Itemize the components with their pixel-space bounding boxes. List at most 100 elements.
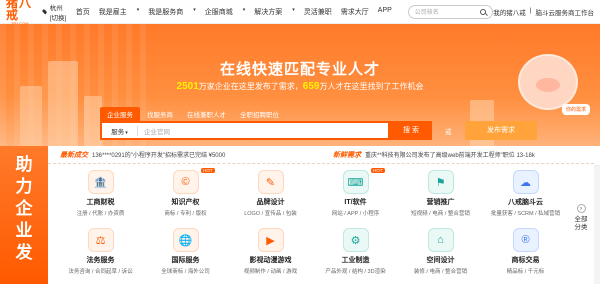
latest-deal-text: 136****0291的"小程序开发"招标需求已完结 ¥5000 [92, 153, 226, 159]
service-category-item[interactable]: ☁ 八戒脑斗云 批量获客 / SCRM / 私域营销 [483, 170, 568, 226]
main-search-box: 服务▾ 企业官网 [100, 121, 390, 140]
service-category-item[interactable]: ⚙ 工业制造产品外观 / 结构 / 3D渲染 [313, 228, 398, 284]
post-demand-button[interactable]: 发布需求 [465, 121, 537, 140]
service-category-icon: ✎ [257, 170, 284, 194]
service-category-icon: ® [512, 228, 539, 252]
new-demand-ticker[interactable]: 新鲜需求 重庆**科技有限公司发布了高级web前端开发工程师"职位 13-18k [321, 150, 594, 160]
service-category-desc: 法务咨询 / 合同起草 / 诉讼 [68, 269, 133, 275]
search-tab[interactable]: 企业服务 [100, 107, 140, 121]
service-category-item[interactable]: 🌐 国际服务 全球商标 / 海外公司 [143, 228, 228, 284]
search-tab[interactable]: 找服务商 [140, 107, 180, 121]
mascot-tag: 你的需求 [561, 104, 590, 115]
top-navigation-bar: 猪八戒 ZBJ.COM 杭州[切换] 首页我是雇主 ▾ 我是服务商 ▾ 企服商城 ▾ 解决方… [0, 0, 600, 26]
service-category-item[interactable]: ✎ 品牌设计 LOGO / 宣传品 / 包装 [228, 170, 313, 226]
service-category-icon: 🌐 [172, 228, 199, 252]
nav-item[interactable]: 我是雇主 [99, 7, 127, 17]
search-tab[interactable]: 在线兼职人才 [180, 107, 233, 121]
service-category-icon: ⌨ [342, 170, 369, 194]
service-category-desc: 产品外观 / 结构 / 3D渲染 [325, 269, 386, 275]
chevron-down-icon: ▾ [193, 6, 196, 13]
top-search-input[interactable]: 公司核名 [407, 4, 494, 19]
hero-subtitle-text-1: 万家企业在这里发布了需求， [198, 82, 303, 91]
service-category-icon: ⚖ [87, 228, 114, 252]
hero-subtitle: 2501万家企业在这里发布了需求，659万人才在这里找到了工作机会 [0, 81, 600, 92]
nav-item[interactable]: 我是服务商 [148, 7, 183, 17]
service-category-desc: 视频制作 / 动画 / 游戏 [243, 269, 298, 275]
all-categories-link[interactable]: › 全部分类 [574, 204, 588, 232]
service-category-name: 商标交易 [511, 257, 540, 264]
nav-item[interactable]: 企服商城 [205, 7, 233, 17]
top-search-placeholder: 公司核名 [414, 10, 439, 16]
nav-item[interactable]: APP [378, 7, 392, 17]
service-category-item[interactable]: ⌨ HOT IT/软件 网站 / APP / 小程序 [313, 168, 398, 226]
service-category-item[interactable]: ▶ 影视动漫游戏 视频制作 / 动画 / 游戏 [228, 228, 313, 284]
talent-count: 659 [302, 81, 320, 92]
service-category-icon: ☁ [512, 170, 539, 194]
location-switcher[interactable]: 杭州[切换] [42, 2, 69, 22]
user-links: 我的猪八戒 | 脑斗云服务商工作台 [493, 7, 594, 17]
activity-ticker: 最新成交 136****0291的"小程序开发"招标需求已完结 ¥5000 新鲜… [48, 146, 594, 164]
service-category-item[interactable]: ⌂ 空间设计 装修 / 电商 / 整合营销 [398, 228, 483, 284]
service-category-item[interactable]: ⚑ 营销推广短视频 / 电商 / 整合营销 [398, 170, 483, 226]
all-categories-label: 全部分类 [574, 216, 588, 231]
nav-item[interactable]: 解决方案 [254, 7, 282, 17]
service-category-item[interactable]: 🏦 工商财税 注册 / 代账 / 办资质 [58, 170, 143, 226]
service-category-item[interactable]: ⚖ 法务服务法务咨询 / 合同起草 / 诉讼 [58, 228, 143, 284]
service-category-name: 工业制造 [341, 257, 370, 264]
side-banner-char: 发 [15, 243, 33, 262]
latest-deal-ticker[interactable]: 最新成交 136****0291的"小程序开发"招标需求已完结 ¥5000 [48, 150, 321, 160]
hot-badge: HOT [201, 168, 215, 173]
hero-title: 在线快速匹配专业人才 [219, 61, 380, 78]
search-tab[interactable]: 全职招聘职位 [233, 107, 286, 121]
side-banner-char: 企 [15, 199, 33, 218]
service-category-name: 营销推广 [426, 199, 455, 206]
chevron-right-icon: › [576, 204, 586, 213]
side-banner-char: 助 [15, 155, 33, 174]
chevron-down-icon: ▾ [136, 6, 140, 13]
service-category-icon: ▶ [257, 228, 284, 252]
main-search-input[interactable]: 企业官网 [138, 126, 388, 136]
my-account-link[interactable]: 我的猪八戒 [493, 7, 526, 17]
main-nav: 首页 我是雇主 ▾ 我是服务商 ▾ 企服商城 ▾ 解决方案 ▾ 灵活兼职 需求大厅 APP [76, 7, 392, 17]
or-label: 或 [445, 129, 452, 136]
company-count: 2501 [176, 81, 199, 92]
hot-badge: HOT [371, 168, 385, 173]
chevron-down-icon: ▾ [125, 129, 128, 136]
search-category-select[interactable]: 服务▾ [102, 125, 138, 136]
service-category-name: 工商财税 [86, 199, 115, 206]
search-icon[interactable] [480, 8, 487, 15]
service-category-name: 八戒脑斗云 [508, 199, 543, 206]
nav-item[interactable]: 灵活兼职 [304, 7, 332, 17]
building-decoration [20, 86, 42, 146]
latest-deal-label: 最新成交 [60, 151, 88, 159]
side-banner-char: 业 [15, 221, 33, 240]
service-category-desc: 装修 / 电商 / 整合营销 [413, 269, 468, 275]
service-category-desc: 短视频 / 电商 / 整合营销 [411, 211, 470, 217]
service-category-icon: ⚙ [342, 228, 369, 252]
site-logo[interactable]: 猪八戒 ZBJ.COM [6, 0, 33, 26]
service-category-item[interactable]: © HOT 知识产权 商标 / 专利 / 版权 [143, 168, 228, 226]
nav-item[interactable]: 需求大厅 [341, 7, 369, 17]
service-category-icon: ⌂ [427, 228, 454, 252]
side-promo-banner: 助力企业发 [0, 146, 48, 284]
hero-banner: 你的需求 在线快速匹配专业人才 2501万家企业在这里发布了需求，659万人才在… [0, 24, 600, 146]
location-label: 杭州[切换] [49, 4, 67, 22]
nav-item[interactable]: 首页 [76, 7, 90, 17]
logo-text: 猪八戒 [6, 0, 33, 22]
workbench-link[interactable]: 脑斗云服务商工作台 [536, 7, 595, 17]
service-category-name: 知识产权 [171, 199, 200, 206]
divider: | [529, 6, 532, 14]
chevron-down-icon: ▾ [242, 6, 246, 13]
service-category-name: 法务服务 [86, 257, 115, 264]
service-category-item[interactable]: ® 商标交易 精品标 / 千元标 [483, 228, 568, 284]
chevron-down-icon: ▾ [292, 6, 295, 13]
search-button[interactable]: 搜 索 [390, 121, 432, 140]
service-category-name: 品牌设计 [256, 199, 285, 206]
service-category-desc: 商标 / 专利 / 版权 [164, 211, 207, 217]
service-category-grid: 🏦 工商财税 注册 / 代账 / 办资质 © HOT 知识产权 商标 / 专利 / 版权 ✎ 品… [48, 164, 568, 284]
location-pin-icon [42, 8, 48, 15]
search-category-label: 服务 [111, 128, 125, 136]
service-category-desc: 注册 / 代账 / 办资质 [76, 211, 125, 217]
search-tabs: 企业服务 找服务商 在线兼职人才 全职招聘职位 [100, 107, 286, 121]
service-category-icon: ⚑ [427, 170, 454, 194]
